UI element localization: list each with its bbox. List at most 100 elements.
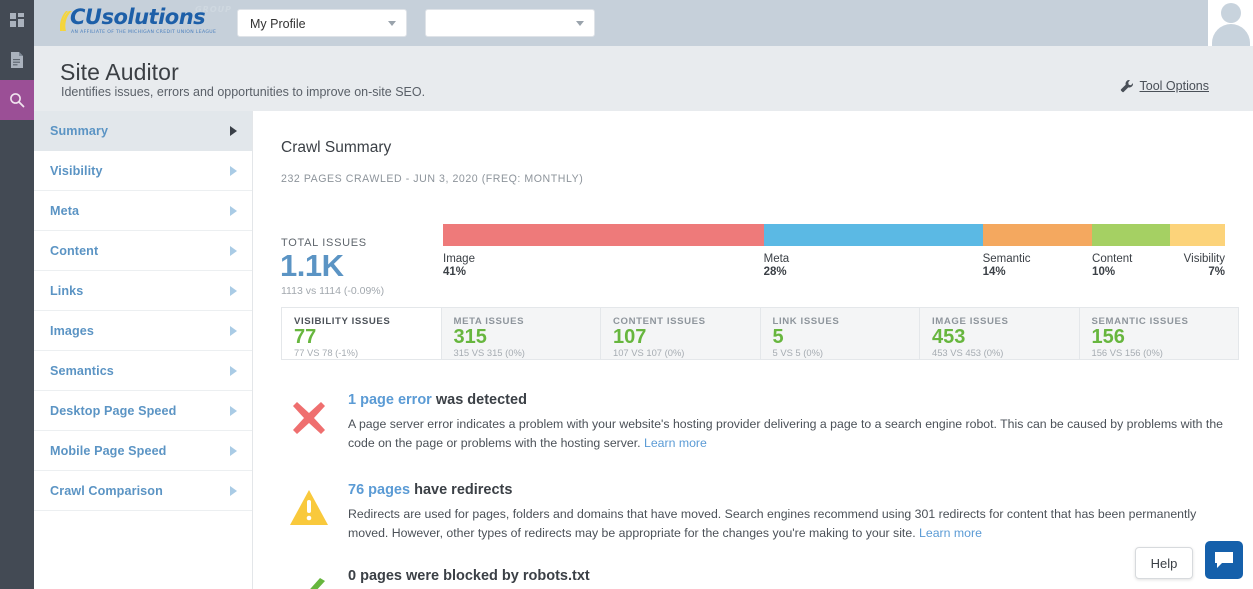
- sidebar-item-semantics[interactable]: Semantics: [34, 351, 252, 391]
- issue-card-image-issues[interactable]: IMAGE ISSUES 453 453 VS 453 (0%): [920, 308, 1080, 359]
- chevron-right-icon: [230, 485, 237, 496]
- finding-robots-blocked: 0 pages were blocked by robots.txt: [281, 566, 1231, 589]
- tool-options-button[interactable]: Tool Options: [1120, 79, 1209, 93]
- profile-dropdown[interactable]: My Profile: [237, 9, 407, 37]
- logo-cu-text: CU: [70, 5, 102, 29]
- help-button[interactable]: Help: [1135, 547, 1193, 579]
- finding-title-rest: 0 pages were blocked by robots.txt: [348, 568, 590, 584]
- help-button-label: Help: [1150, 555, 1178, 571]
- green-check-icon: [310, 578, 325, 589]
- issue-card-content-issues[interactable]: CONTENT ISSUES 107 107 VS 107 (0%): [601, 308, 761, 359]
- bar-legend-percent: 7%: [1208, 266, 1225, 278]
- issue-card-value: 77: [294, 326, 317, 348]
- total-issues-value: 1.1K: [280, 248, 344, 283]
- wrench-icon: [1120, 79, 1133, 93]
- finding-title-rest: was detected: [431, 392, 527, 408]
- issue-card-value: 315: [453, 326, 487, 348]
- sidebar-item-label: Semantics: [50, 363, 114, 378]
- sidebar-item-desktop-page-speed[interactable]: Desktop Page Speed: [34, 391, 252, 431]
- issue-card-value: 107: [613, 326, 647, 348]
- chat-bubble-icon: [1215, 552, 1233, 568]
- sidebar-item-label: Desktop Page Speed: [50, 403, 177, 418]
- tool-options-label: Tool Options: [1139, 79, 1209, 93]
- chevron-right-icon: [230, 125, 237, 136]
- page-header: Site Auditor Identifies issues, errors a…: [34, 46, 1253, 111]
- sidebar-item-visibility[interactable]: Visibility: [34, 151, 252, 191]
- sidebar-item-content[interactable]: Content: [34, 231, 252, 271]
- issue-distribution-legend: Image 41% Meta 28% Semantic 14% Content 10% Visi…: [443, 224, 1225, 278]
- issue-cards: VISIBILITY ISSUES 77 77 VS 78 (-1%) META IS…: [281, 307, 1239, 360]
- sidebar-item-crawl-comparison[interactable]: Crawl Comparison: [34, 471, 252, 511]
- issue-card-delta: 107 VS 107 (0%): [613, 347, 685, 358]
- bar-legend-percent: 14%: [982, 266, 1006, 278]
- learn-more-link[interactable]: Learn more: [919, 526, 982, 540]
- finding-title-highlight[interactable]: 76 pages: [348, 482, 410, 498]
- finding-redirects: 76 pages have redirects Redirects are us…: [281, 480, 1231, 543]
- finding-icon-wrap: [281, 566, 337, 589]
- sidebar-item-images[interactable]: Images: [34, 311, 252, 351]
- chevron-right-icon: [230, 405, 237, 416]
- logo-swoosh-icon: [60, 11, 72, 31]
- issue-card-meta-issues[interactable]: META ISSUES 315 315 VS 315 (0%): [442, 308, 601, 359]
- issue-card-delta: 156 VS 156 (0%): [1091, 347, 1163, 358]
- bar-legend-name: Meta: [763, 253, 790, 265]
- chevron-right-icon: [230, 445, 237, 456]
- logo-solutions-text: solutions: [101, 5, 206, 29]
- sidebar-nav: Summary Visibility Meta Content Links Im…: [34, 111, 253, 589]
- sidebar-item-label: Summary: [50, 123, 109, 138]
- bar-legend-percent: 41%: [443, 266, 467, 278]
- section-title: Crawl Summary: [281, 139, 392, 156]
- finding-description-text: A page server error indicates a problem …: [348, 417, 1224, 450]
- finding-title-highlight[interactable]: 1 page error: [348, 392, 432, 408]
- issue-card-link-issues[interactable]: LINK ISSUES 5 5 VS 5 (0%): [761, 308, 920, 359]
- finding-icon-wrap: [281, 480, 337, 536]
- sidebar-item-label: Crawl Comparison: [50, 483, 163, 498]
- profile-dropdown-value: My Profile: [250, 17, 306, 31]
- chevron-right-icon: [230, 365, 237, 376]
- crawl-meta: 232 PAGES CRAWLED - JUN 3, 2020 (FREQ: M…: [281, 173, 584, 185]
- chevron-down-icon: [576, 21, 584, 26]
- finding-description: Redirects are used for pages, folders an…: [348, 505, 1231, 543]
- document-icon: [11, 52, 23, 68]
- sidebar-item-label: Content: [50, 243, 99, 258]
- sidebar-item-label: Links: [50, 283, 84, 298]
- issue-card-semantic-issues[interactable]: SEMANTIC ISSUES 156 156 VS 156 (0%): [1080, 308, 1239, 359]
- finding-page-error: 1 page error was detected A page server …: [281, 390, 1231, 453]
- user-avatar-body: [1211, 24, 1250, 46]
- finding-title-rest: have redirects: [410, 482, 513, 498]
- cusolutions-logo[interactable]: CUsolutions GROUP AN AFFILIATE OF THE MI…: [60, 5, 232, 43]
- sidebar-item-summary[interactable]: Summary: [34, 111, 252, 151]
- yellow-warning-icon: [290, 490, 328, 525]
- logo-tagline: AN AFFILIATE OF THE MICHIGAN CREDIT UNIO…: [71, 30, 217, 35]
- issue-card-visibility-issues[interactable]: VISIBILITY ISSUES 77 77 VS 78 (-1%): [282, 308, 442, 359]
- sidebar-item-meta[interactable]: Meta: [34, 191, 252, 231]
- chevron-right-icon: [230, 325, 237, 336]
- learn-more-link[interactable]: Learn more: [644, 436, 707, 450]
- sidebar-item-label: Meta: [50, 203, 80, 218]
- issue-card-delta: 315 VS 315 (0%): [453, 347, 525, 358]
- bar-legend-content: Content 10%: [1092, 253, 1132, 279]
- finding-title: 76 pages have redirects: [348, 480, 1231, 500]
- sidebar-item-links[interactable]: Links: [34, 271, 252, 311]
- rail-item-site-auditor[interactable]: [0, 80, 34, 120]
- sidebar-item-mobile-page-speed[interactable]: Mobile Page Speed: [34, 431, 252, 471]
- global-icon-rail: [0, 0, 34, 589]
- issue-card-delta: 5 VS 5 (0%): [772, 347, 824, 358]
- rail-item-dashboard[interactable]: [0, 0, 34, 40]
- sidebar-item-label: Images: [50, 323, 95, 338]
- issue-card-delta: 77 VS 78 (-1%): [294, 347, 359, 358]
- secondary-dropdown[interactable]: [425, 9, 595, 37]
- finding-body: 1 page error was detected A page server …: [348, 390, 1231, 453]
- bar-legend-meta: Meta 28%: [764, 253, 790, 279]
- finding-icon-wrap: [281, 390, 337, 446]
- chat-button[interactable]: [1205, 541, 1243, 579]
- bar-legend-name: Image: [443, 253, 475, 265]
- total-issues-delta: 1113 vs 1114 (-0.09%): [281, 285, 385, 297]
- rail-item-documents[interactable]: [0, 40, 34, 80]
- page-title: Site Auditor: [60, 59, 179, 85]
- avatar[interactable]: [1208, 0, 1253, 46]
- bar-legend-semantic: Semantic 14%: [983, 253, 1031, 279]
- finding-body: 0 pages were blocked by robots.txt: [348, 566, 1231, 586]
- bar-legend-name: Content: [1092, 253, 1133, 265]
- finding-title: 0 pages were blocked by robots.txt: [348, 566, 1231, 586]
